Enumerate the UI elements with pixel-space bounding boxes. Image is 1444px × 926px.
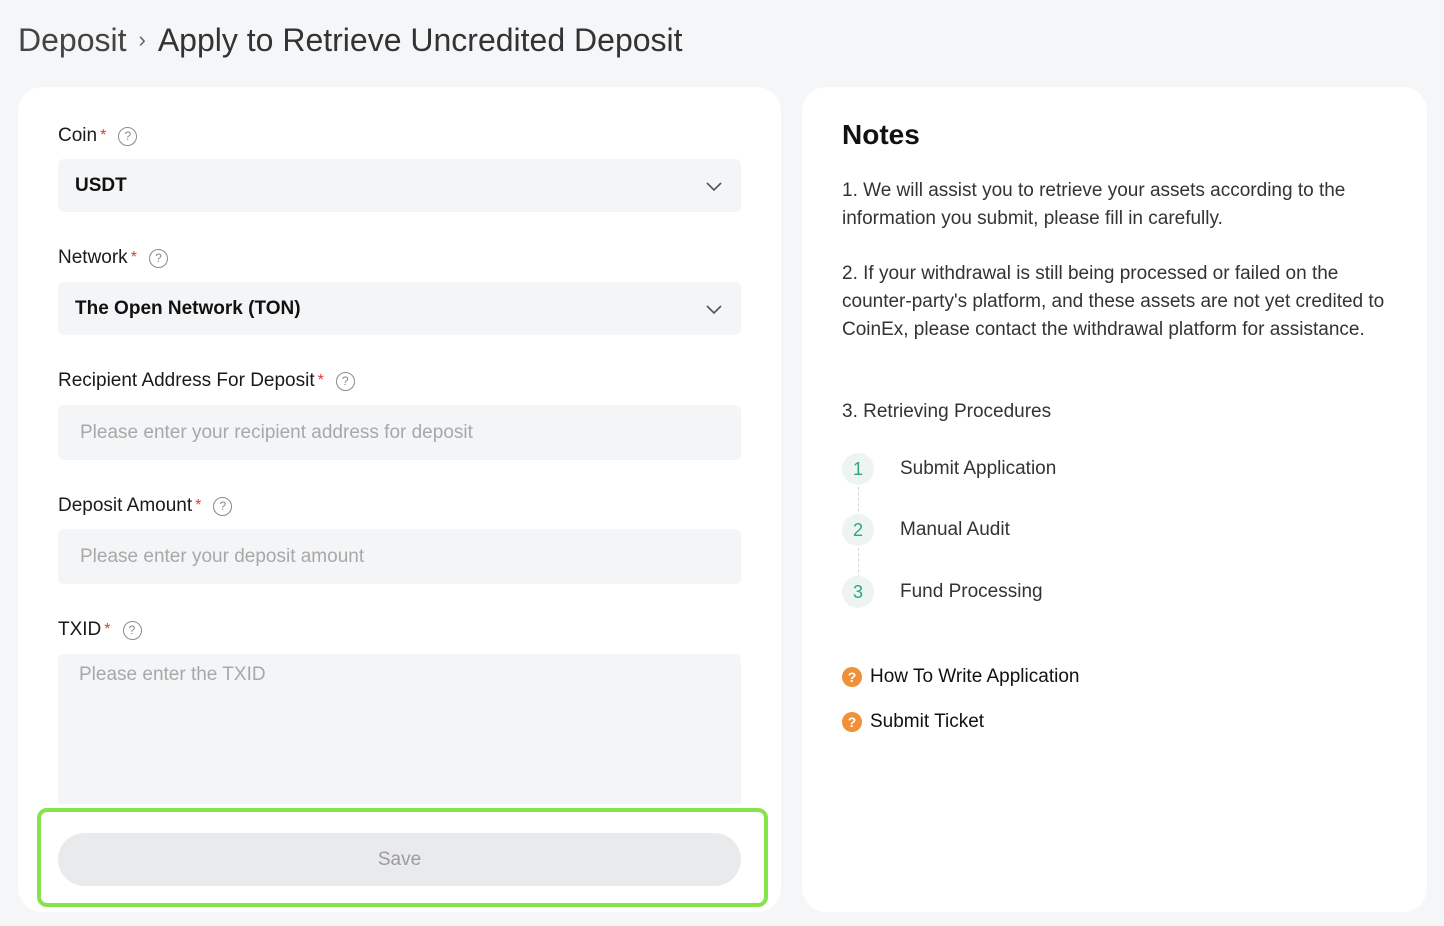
step-number-badge: 1 xyxy=(842,453,874,485)
deposit-amount-input[interactable] xyxy=(58,529,741,584)
step-number-badge: 3 xyxy=(842,576,874,608)
how-to-write-application-link[interactable]: ? How To Write Application xyxy=(842,666,1079,688)
link-label: Submit Ticket xyxy=(870,711,985,732)
page-title: Apply to Retrieve Uncredited Deposit xyxy=(157,22,683,58)
question-icon: ? xyxy=(842,667,862,687)
procedure-step: 2 Manual Audit xyxy=(842,514,1010,546)
chevron-down-icon xyxy=(706,181,722,191)
note-paragraph-3: 3. Retrieving Procedures xyxy=(842,401,1052,422)
required-mark: * xyxy=(317,372,324,389)
breadcrumb-separator-icon: › xyxy=(138,26,146,52)
step-connector xyxy=(858,487,859,517)
step-label: Manual Audit xyxy=(900,519,1010,540)
network-label-text: Network xyxy=(58,247,128,268)
amount-label-text: Deposit Amount xyxy=(58,495,193,516)
notes-card: Notes 1. We will assist you to retrieve … xyxy=(802,87,1427,912)
link-label: How To Write Application xyxy=(870,666,1080,687)
required-mark: * xyxy=(100,127,107,144)
network-select[interactable]: The Open Network (TON) xyxy=(58,282,741,335)
notes-title: Notes xyxy=(842,119,920,150)
txid-textarea[interactable] xyxy=(58,654,741,804)
procedure-step: 3 Fund Processing xyxy=(842,576,1043,608)
txid-label: TXID * ? xyxy=(58,619,142,641)
step-label: Submit Application xyxy=(900,458,1057,479)
address-label: Recipient Address For Deposit * ? xyxy=(58,370,355,392)
coin-label-text: Coin xyxy=(58,125,98,146)
amount-label: Deposit Amount * ? xyxy=(58,495,233,517)
step-number-badge: 2 xyxy=(842,514,874,546)
step-label: Fund Processing xyxy=(900,581,1043,602)
note-paragraph-2: 2. If your withdrawal is still being pro… xyxy=(842,263,1385,340)
note-paragraph-1: 1. We will assist you to retrieve your a… xyxy=(842,180,1346,229)
txid-help-icon[interactable]: ? xyxy=(122,620,142,640)
network-help-icon[interactable]: ? xyxy=(148,248,168,268)
step-connector xyxy=(858,548,859,578)
procedure-step: 1 Submit Application xyxy=(842,453,1056,485)
save-button[interactable]: Save xyxy=(58,833,741,886)
txid-label-text: TXID xyxy=(58,619,102,640)
amount-help-icon[interactable]: ? xyxy=(213,496,233,516)
chevron-down-icon xyxy=(706,304,722,314)
address-help-icon[interactable]: ? xyxy=(335,371,355,391)
network-label: Network * ? xyxy=(58,247,168,269)
question-icon: ? xyxy=(842,712,862,732)
address-label-text: Recipient Address For Deposit xyxy=(58,370,315,391)
coin-help-icon[interactable]: ? xyxy=(118,126,138,146)
required-mark: * xyxy=(195,497,202,514)
coin-label: Coin * ? xyxy=(58,125,138,147)
required-mark: * xyxy=(104,621,111,638)
submit-ticket-link[interactable]: ? Submit Ticket xyxy=(842,711,984,733)
coin-select-value: USDT xyxy=(75,174,127,196)
recipient-address-input[interactable] xyxy=(58,405,741,460)
required-mark: * xyxy=(130,249,137,266)
network-select-value: The Open Network (TON) xyxy=(75,297,301,319)
breadcrumb-deposit-link[interactable]: Deposit xyxy=(18,22,127,59)
coin-select[interactable]: USDT xyxy=(58,159,741,212)
breadcrumb: Deposit › Apply to Retrieve Uncredited D… xyxy=(18,22,683,59)
deposit-form-card: Coin * ? USDT Network * ? The Open Netwo… xyxy=(18,87,781,912)
